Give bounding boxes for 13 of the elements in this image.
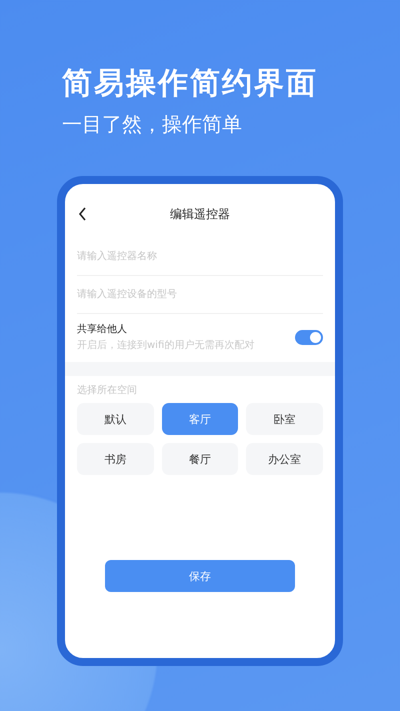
section-label: 选择所在空间	[77, 384, 138, 397]
room-option[interactable]: 默认	[77, 403, 154, 435]
subtitle: 一目了然，操作简单	[62, 111, 242, 138]
screen-title: 编辑遥控器	[169, 206, 231, 222]
share-label: 共享给他人	[77, 322, 128, 336]
input-field[interactable]: 请输入遥控设备的型号	[77, 276, 323, 314]
room-option[interactable]: 卧室	[246, 403, 323, 435]
share-toggle[interactable]	[295, 330, 323, 344]
headline: 简易操作简约界面	[62, 65, 318, 103]
room-option[interactable]: 餐厅	[162, 443, 238, 475]
input-field[interactable]: 请输入遥控器名称	[77, 238, 323, 276]
room-option[interactable]: 书房	[77, 443, 154, 475]
room-option[interactable]: 办公室	[246, 443, 323, 475]
